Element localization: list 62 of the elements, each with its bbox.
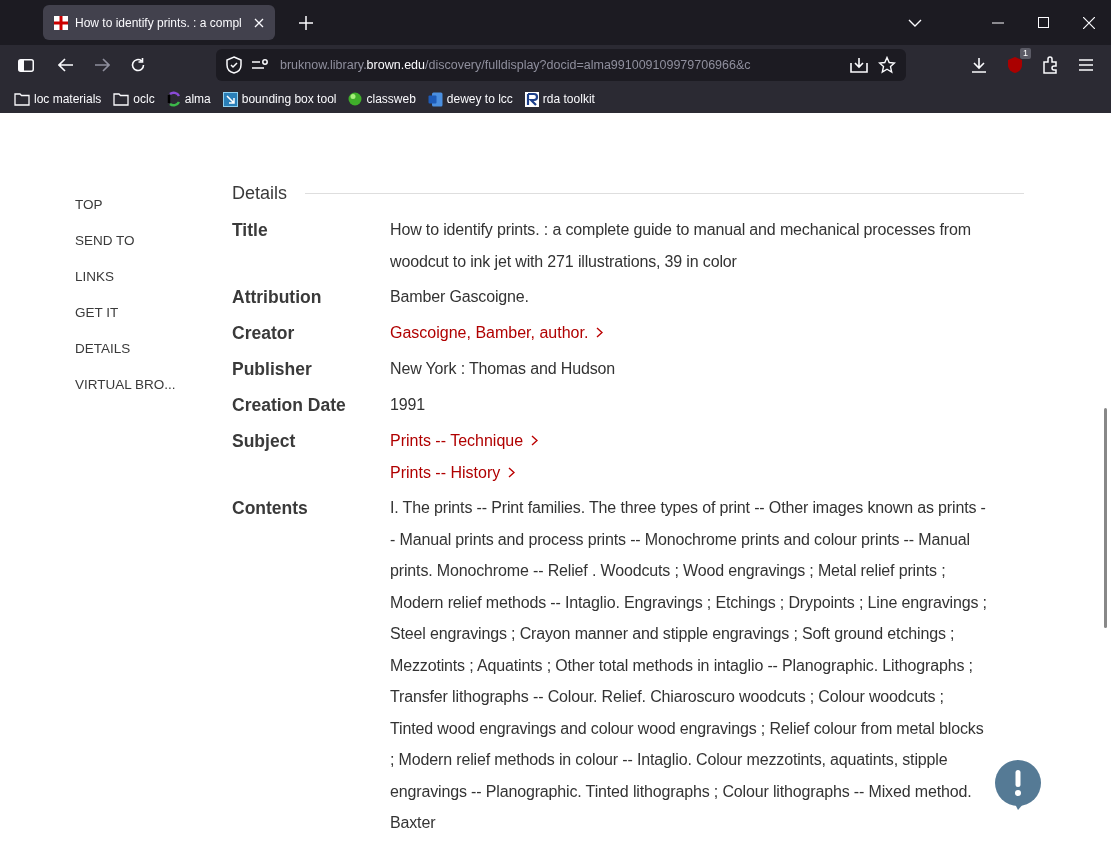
feedback-button[interactable] bbox=[994, 760, 1042, 810]
chevron-down-icon[interactable] bbox=[908, 18, 922, 27]
chevron-right-icon bbox=[531, 435, 539, 447]
field-value: I. The prints -- Print families. The three types of print -- Other images known as prints -- Manual prints and process prints -- Monochrome prints and colour prints -- Manual prints. Monochrome -- Relief . Woodcuts ; Wood engravings ; Metal relief prints ; Modern relief methods -- Intaglio. Engravings ; Etchings ; Drypoints ; Line engravings ; Steel engravings ; Crayon manner and stipple engravings ; Soft ground etchings ; Mezzotints ; Aquatints ; Other total methods in intaglio -- Planographic. Lithographs ; Transfer lithographs -- Colour. Relief. Chiaroscuro woodcuts ; Colour woodcuts ; Tinted wood engravings and colour wood engravings ; Relief colour from metal blocks ; Modern relief methods in colour -- Intaglio. Colour mezzotints, aquatints, stipple engravings -- Planographic. Tinted lithographs ; Colour lithographs -- Mixed method. Baxter bbox=[390, 498, 988, 833]
extension-badge: 1 bbox=[1020, 48, 1031, 59]
forward-arrow-icon[interactable] bbox=[94, 58, 110, 72]
section-link[interactable]: DETAILS bbox=[75, 339, 232, 358]
section-link[interactable]: LINKS bbox=[75, 267, 232, 286]
permissions-icon[interactable] bbox=[252, 59, 270, 71]
field-label: Attribution bbox=[232, 286, 323, 309]
close-icon[interactable] bbox=[1083, 16, 1095, 29]
section-link[interactable]: SEND TO bbox=[75, 231, 232, 250]
download-tray-icon[interactable] bbox=[850, 57, 868, 73]
field-label: Subject bbox=[232, 430, 297, 453]
download-icon[interactable] bbox=[971, 57, 987, 73]
browser-tab[interactable]: How to identify prints. : a compl bbox=[43, 5, 275, 40]
field-link[interactable]: Prints -- History bbox=[390, 456, 516, 488]
bookmark[interactable]: alma bbox=[166, 91, 211, 107]
square-arrow-icon bbox=[222, 91, 238, 107]
section-heading: Details bbox=[232, 183, 288, 204]
field-label: Creator bbox=[232, 322, 296, 345]
square-logo-icon bbox=[524, 91, 539, 107]
field-link[interactable]: Gascoigne, Bamber, author. bbox=[390, 317, 604, 349]
section-link[interactable]: VIRTUAL BRO... bbox=[75, 375, 232, 394]
bookmark[interactable]: oclc bbox=[113, 92, 155, 106]
tab-title: How to identify prints. : a compl bbox=[75, 15, 243, 30]
field-value: How to identify prints. : a complete guide to manual and mechanical processes from woodcut to ink jet with 271 illustrations, 39 in color bbox=[390, 220, 972, 272]
field-label: Creation Date bbox=[232, 394, 347, 417]
bookmark[interactable]: classweb bbox=[348, 92, 416, 106]
maximize-icon[interactable] bbox=[1038, 17, 1049, 28]
bookmark[interactable]: bounding box tool bbox=[222, 91, 337, 107]
star-icon[interactable] bbox=[878, 56, 896, 74]
section-link[interactable]: GET IT bbox=[75, 303, 232, 322]
chevron-right-icon bbox=[508, 466, 516, 478]
field-label: Publisher bbox=[232, 358, 313, 381]
field-label: Title bbox=[232, 219, 269, 242]
address-bar[interactable]: bruknow.library.brown.edu/discovery/fulldisplay?docid=alma991009109979706966&c bbox=[216, 49, 906, 81]
field-link[interactable]: Prints -- Technique bbox=[390, 425, 539, 457]
bookmark[interactable]: dewey to lcc bbox=[427, 91, 513, 107]
field-value: New York : Thomas and Hudson bbox=[390, 359, 615, 379]
puzzle-piece-icon[interactable] bbox=[1043, 56, 1059, 74]
bookmark[interactable]: loc materials bbox=[14, 92, 102, 106]
menu-icon[interactable] bbox=[1079, 59, 1093, 71]
shield-icon[interactable] bbox=[226, 56, 242, 74]
close-icon[interactable] bbox=[253, 16, 265, 29]
section-link[interactable]: TOP bbox=[75, 195, 232, 214]
reload-icon[interactable] bbox=[130, 57, 146, 73]
sidebar-icon[interactable] bbox=[18, 58, 34, 72]
folder-icon bbox=[113, 92, 130, 106]
field-value: Bamber Gascoigne. bbox=[390, 287, 529, 307]
sphere-icon bbox=[348, 92, 363, 106]
bookmark[interactable]: rda toolkit bbox=[524, 91, 595, 107]
chevron-right-icon bbox=[596, 327, 604, 339]
folder-icon bbox=[14, 92, 30, 106]
field-label: Contents bbox=[232, 497, 309, 520]
url-text: bruknow.library.brown.edu/discovery/fulldisplay?docid=alma991009109979706966&c bbox=[280, 58, 752, 72]
minimize-icon[interactable] bbox=[992, 21, 1004, 24]
document-icon bbox=[427, 91, 443, 107]
back-arrow-icon[interactable] bbox=[58, 58, 74, 72]
field-value: 1991 bbox=[390, 395, 425, 415]
plus-icon[interactable] bbox=[299, 15, 313, 30]
arc-logo-icon bbox=[166, 91, 181, 107]
